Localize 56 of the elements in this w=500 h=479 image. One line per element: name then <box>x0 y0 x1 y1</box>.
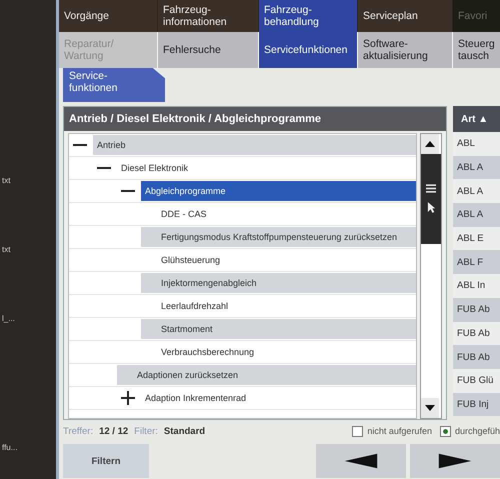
tree-item[interactable]: Injektormengenabgleich <box>141 273 416 293</box>
table-cell: FUB Glü <box>453 368 500 393</box>
filter-label: Filter: <box>134 426 158 436</box>
table-cell: ABL A <box>453 179 500 204</box>
scroll-up-icon[interactable] <box>421 134 439 154</box>
table-cell: FUB Ab <box>453 322 500 346</box>
table-cell: FUB Inj <box>453 392 500 416</box>
tree-item[interactable]: Abgleichprogramme <box>141 181 416 201</box>
cursor-icon <box>426 201 436 214</box>
breadcrumb-bar: Antrieb / Diesel Elektronik / Abgleichprogramme <box>64 107 446 131</box>
section-tab[interactable]: Service- funktionen <box>63 68 165 102</box>
tree-item[interactable]: Fertigungsmodus Kraftstoffpumpensteuerung zurücksetzen <box>141 227 416 247</box>
desktop-icon-label[interactable]: txt <box>0 245 10 254</box>
tree-item[interactable]: Antrieb <box>93 135 416 155</box>
desktop-icon-label[interactable]: ffu... <box>0 443 18 452</box>
desktop-icon-label[interactable]: txt <box>0 176 10 185</box>
filter-button[interactable]: Filtern <box>63 444 149 478</box>
table-cell: FUB Ab <box>453 345 500 369</box>
legend-label: durchgefüh <box>454 426 500 436</box>
scroll-thumb[interactable] <box>421 154 441 244</box>
tree-item[interactable]: DDE - CAS <box>141 204 416 224</box>
tree-item[interactable]: Startmoment <box>141 319 416 339</box>
right-arrow-icon <box>437 452 473 470</box>
grip-icon <box>426 184 436 193</box>
tree-item[interactable]: Leerlaufdrehzahl <box>141 296 416 316</box>
sub-tab[interactable]: Fehlersuche <box>158 32 258 68</box>
forward-button[interactable] <box>410 444 500 478</box>
desktop-icon-label[interactable]: l_... <box>0 314 15 323</box>
main-tab[interactable]: Fahrzeug- behandlung <box>259 0 357 32</box>
legend-label: nicht aufgerufen <box>367 426 432 436</box>
hits-count: 12 / 12 <box>99 426 128 436</box>
table-cell: ABL F <box>453 250 500 274</box>
table-cell: ABL <box>453 132 500 156</box>
table-cell: ABL In <box>453 274 500 298</box>
tree-item[interactable]: Glühsteuerung <box>141 250 416 270</box>
hits-label: Treffer: <box>63 426 94 436</box>
back-button[interactable] <box>316 444 406 478</box>
tree-item[interactable]: Diesel Elektronik <box>117 158 416 178</box>
table-cell: ABL A <box>453 203 500 227</box>
scroll-down-icon[interactable] <box>421 398 439 418</box>
column-header[interactable]: Art ▲ <box>453 106 500 132</box>
sub-tab[interactable]: Steuerg tausch <box>453 32 500 68</box>
table-cell: FUB Ab <box>453 298 500 322</box>
table-cell: ABL E <box>453 226 500 250</box>
tree-item[interactable]: Adaptionen zurücksetzen <box>117 365 416 385</box>
sub-tab[interactable]: Software- aktualisierung <box>358 32 452 68</box>
left-arrow-icon <box>343 452 379 470</box>
main-tab[interactable]: Serviceplan <box>358 0 452 32</box>
table-cell: ABL A <box>453 156 500 180</box>
filter-value: Standard <box>164 426 206 436</box>
tree-item[interactable]: Verbrauchsberechnung <box>141 342 416 362</box>
main-tab[interactable]: Vorgänge <box>59 0 157 32</box>
scrollbar[interactable] <box>420 133 442 419</box>
sub-tab[interactable]: Servicefunktionen <box>259 32 357 68</box>
main-tab[interactable]: Fahrzeug- informationen <box>158 0 258 32</box>
tree-item[interactable]: Adaption Inkrementenrad <box>141 388 416 408</box>
